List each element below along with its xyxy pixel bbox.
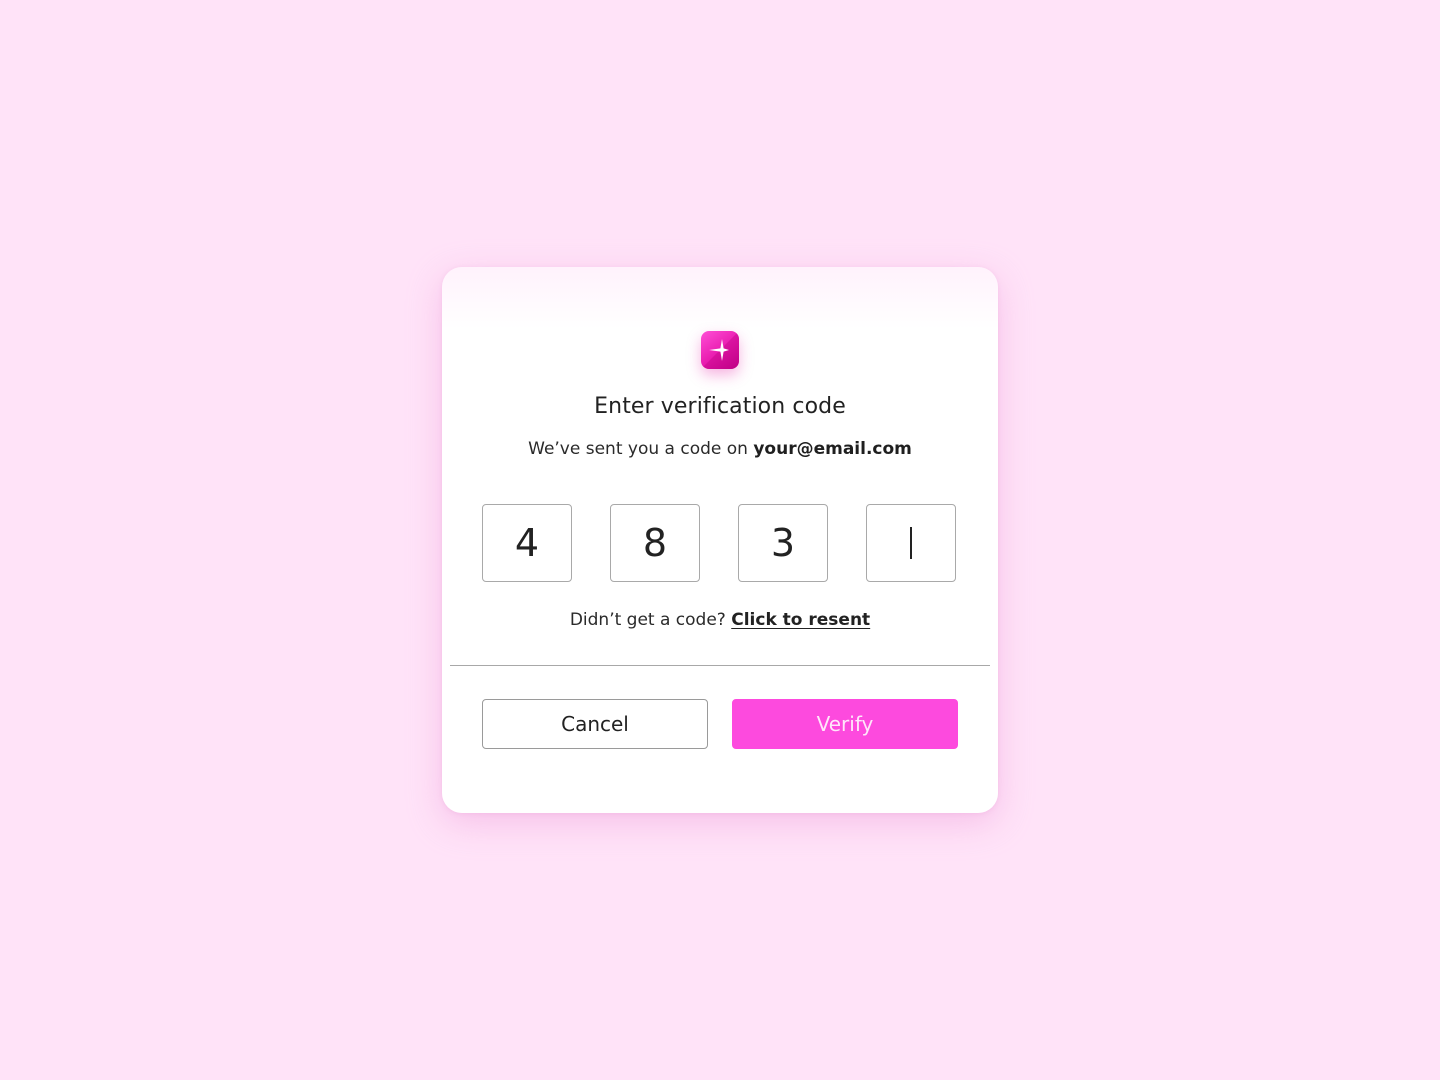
resend-prompt: Didn’t get a code? [569,610,726,630]
verify-button[interactable]: Verify [732,699,958,749]
code-digit-2-input[interactable]: 8 [610,504,700,582]
code-digit-4-input[interactable] [866,504,956,582]
cancel-button[interactable]: Cancel [482,699,708,749]
verification-dialog: Enter verification code We’ve sent you a… [442,267,998,813]
resend-code-link[interactable]: Click to resent [731,610,870,630]
code-digit-2-value: 8 [642,521,668,565]
code-digit-1-value: 4 [514,521,540,565]
subtitle-text: We’ve sent you a code on [528,439,748,459]
resend-row: Didn’t get a code? Click to resent [442,610,998,630]
code-digit-1-input[interactable]: 4 [482,504,572,582]
code-digit-3-value: 3 [770,521,796,565]
email-address: your@email.com [753,439,912,459]
dialog-subtitle: We’ve sent you a code on your@email.com [442,439,998,459]
text-caret [910,527,912,559]
sparkle-logo-icon [701,331,739,369]
code-digit-3-input[interactable]: 3 [738,504,828,582]
dialog-title: Enter verification code [594,394,846,419]
divider [450,665,990,666]
